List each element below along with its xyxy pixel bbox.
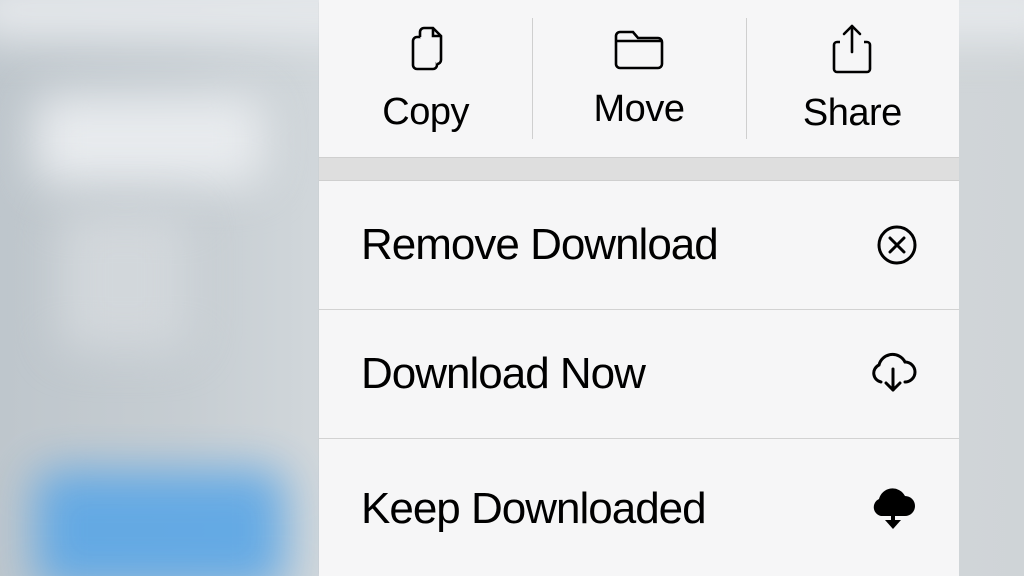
remove-download-item[interactable]: Remove Download	[319, 181, 959, 310]
copy-icon	[402, 23, 450, 75]
menu-item-label: Remove Download	[361, 220, 718, 270]
copy-button[interactable]: Copy	[319, 0, 532, 157]
share-icon	[829, 22, 875, 76]
screen: Copy Move	[0, 0, 1024, 576]
folder-icon	[612, 26, 666, 72]
background-blur	[60, 210, 190, 350]
menu-item-label: Keep Downloaded	[361, 484, 706, 534]
menu-item-label: Download Now	[361, 349, 645, 399]
context-sheet: Copy Move	[319, 0, 959, 576]
background-blur	[35, 470, 285, 576]
share-button[interactable]: Share	[746, 0, 959, 157]
download-now-item[interactable]: Download Now	[319, 310, 959, 439]
move-button[interactable]: Move	[532, 0, 745, 157]
cloud-download-icon	[867, 352, 919, 396]
share-label: Share	[803, 92, 902, 135]
cloud-download-filled-icon	[867, 486, 919, 532]
move-label: Move	[594, 88, 685, 131]
keep-downloaded-item[interactable]: Keep Downloaded	[319, 439, 959, 576]
remove-icon	[875, 223, 919, 267]
section-divider	[319, 157, 959, 181]
quick-action-row: Copy Move	[319, 0, 959, 157]
copy-label: Copy	[382, 91, 469, 134]
background-blur	[35, 95, 265, 185]
menu-list: Remove Download Download Now	[319, 181, 959, 576]
